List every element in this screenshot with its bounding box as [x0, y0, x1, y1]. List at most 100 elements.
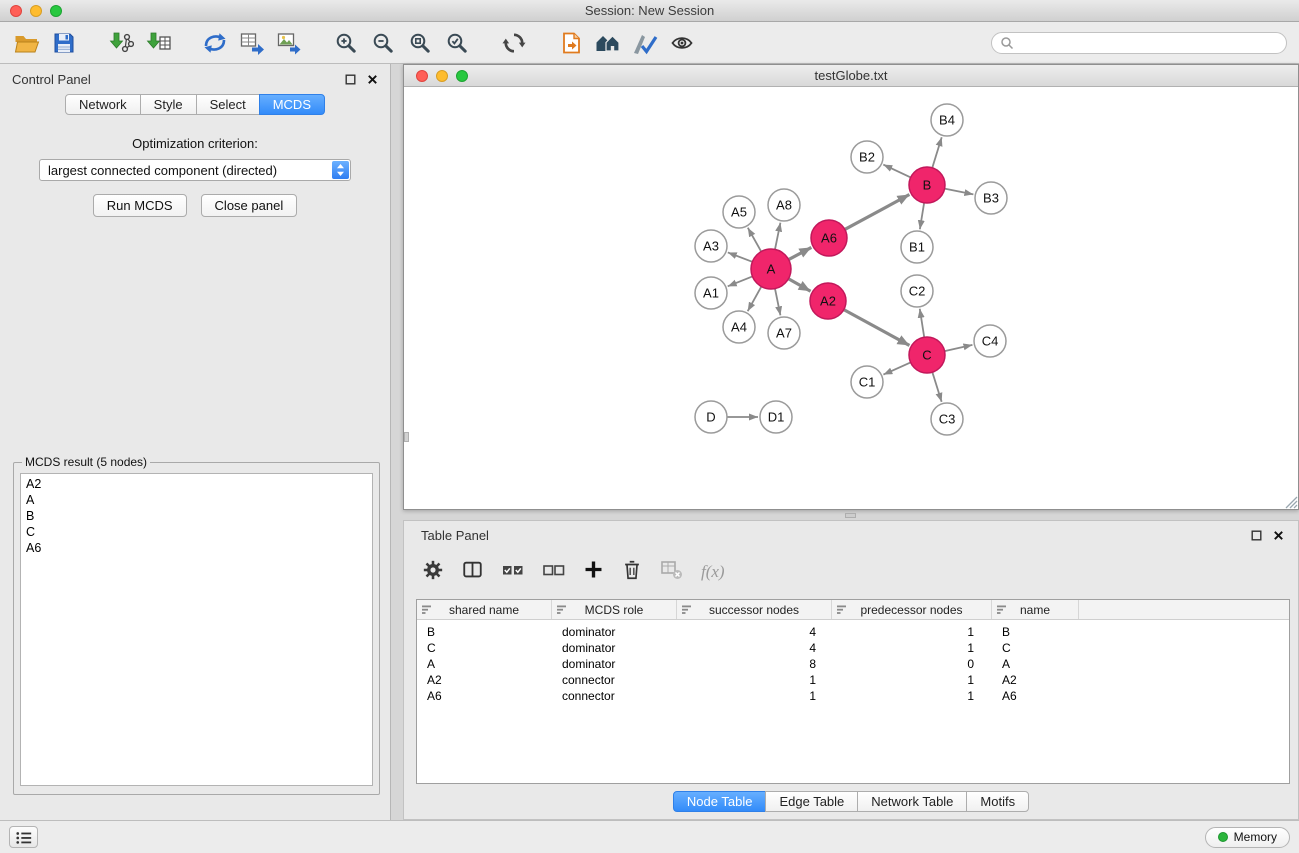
table-cell[interactable]: 1: [832, 688, 992, 704]
minimize-window-button[interactable]: [30, 5, 42, 17]
control-tab-select[interactable]: Select: [196, 94, 260, 115]
zoom-view-button[interactable]: [456, 70, 468, 82]
graph-edge-C-C2[interactable]: [920, 309, 924, 337]
graph-node-C1[interactable]: C1: [851, 366, 883, 398]
column-header-name[interactable]: name: [992, 600, 1079, 619]
graph-node-A1[interactable]: A1: [695, 277, 727, 309]
graph-node-A6[interactable]: A6: [811, 220, 847, 256]
import-table-button[interactable]: [141, 27, 175, 59]
table-cell[interactable]: 4: [677, 624, 832, 640]
export-table-button[interactable]: [235, 27, 269, 59]
table-row[interactable]: A2connector11A2: [417, 672, 1289, 688]
close-table-panel-icon[interactable]: [1273, 530, 1284, 541]
graph-node-A3[interactable]: A3: [695, 230, 727, 262]
graph-node-B[interactable]: B: [909, 167, 945, 203]
graph-edge-A-A5[interactable]: [748, 228, 761, 252]
result-item[interactable]: A6: [26, 540, 367, 556]
zoom-out-button[interactable]: [366, 27, 400, 59]
table-cell[interactable]: A2: [992, 672, 1079, 688]
graph-edge-A2-C[interactable]: [844, 310, 910, 346]
network-canvas[interactable]: B4B2BB3A8A5A6A3B1AC2A1A2A4A7C4CC1C3DD1: [404, 87, 1298, 509]
graph-edge-C-C1[interactable]: [883, 362, 910, 374]
table-cell[interactable]: 0: [832, 656, 992, 672]
table-row[interactable]: Cdominator41C: [417, 640, 1289, 656]
table-row[interactable]: A6connector11A6: [417, 688, 1289, 704]
show-columns-button[interactable]: [461, 559, 484, 586]
refresh-button[interactable]: [497, 27, 531, 59]
table-cell[interactable]: B: [992, 624, 1079, 640]
graph-node-C3[interactable]: C3: [931, 403, 963, 435]
result-item[interactable]: C: [26, 524, 367, 540]
graph-node-D[interactable]: D: [695, 401, 727, 433]
control-tab-network[interactable]: Network: [65, 94, 141, 115]
graph-edge-A-A1[interactable]: [728, 276, 753, 286]
graph-node-B4[interactable]: B4: [931, 104, 963, 136]
control-tab-style[interactable]: Style: [140, 94, 197, 115]
graph-node-A[interactable]: A: [751, 249, 791, 289]
export-network-button[interactable]: [198, 27, 232, 59]
graph-node-D1[interactable]: D1: [760, 401, 792, 433]
table-cell[interactable]: 8: [677, 656, 832, 672]
network-window-titlebar[interactable]: testGlobe.txt: [404, 65, 1298, 87]
show-panels-button[interactable]: [9, 826, 38, 848]
table-cell[interactable]: B: [417, 624, 552, 640]
table-cell[interactable]: C: [417, 640, 552, 656]
splitter-handle[interactable]: [845, 513, 856, 518]
table-cell[interactable]: 1: [832, 640, 992, 656]
column-header-predecessor-nodes[interactable]: predecessor nodes: [832, 600, 992, 619]
result-item[interactable]: B: [26, 508, 367, 524]
close-panel-button[interactable]: Close panel: [201, 194, 298, 217]
table-cell[interactable]: 4: [677, 640, 832, 656]
home-button[interactable]: [591, 27, 625, 59]
table-cell[interactable]: connector: [552, 672, 677, 688]
result-item[interactable]: A2: [26, 476, 367, 492]
delete-rows-button[interactable]: [621, 559, 643, 586]
table-row[interactable]: Bdominator41B: [417, 624, 1289, 640]
column-header-successor-nodes[interactable]: successor nodes: [677, 600, 832, 619]
float-table-panel-icon[interactable]: [1251, 530, 1262, 541]
graph-edge-A-A2[interactable]: [788, 279, 810, 291]
graph-edge-A6-B[interactable]: [845, 195, 910, 230]
zoom-window-button[interactable]: [50, 5, 62, 17]
import-network-button[interactable]: [104, 27, 138, 59]
graph-node-A5[interactable]: A5: [723, 196, 755, 228]
graph-edge-A-A3[interactable]: [728, 252, 753, 261]
table-cell[interactable]: A: [992, 656, 1079, 672]
graph-node-B3[interactable]: B3: [975, 182, 1007, 214]
graph-node-C[interactable]: C: [909, 337, 945, 373]
graph-edge-C-C4[interactable]: [945, 345, 973, 351]
memory-button[interactable]: Memory: [1205, 827, 1290, 848]
table-cell[interactable]: dominator: [552, 624, 677, 640]
show-hide-button[interactable]: [665, 27, 699, 59]
graph-edge-B-B2[interactable]: [883, 165, 910, 178]
control-tab-mcds[interactable]: MCDS: [259, 94, 325, 115]
graph-edge-B-B4[interactable]: [932, 137, 941, 168]
save-session-button[interactable]: [47, 27, 81, 59]
graph-edge-B-B3[interactable]: [945, 189, 974, 195]
table-row[interactable]: Adominator80A: [417, 656, 1289, 672]
graph-node-A2[interactable]: A2: [810, 283, 846, 319]
table-cell[interactable]: 1: [832, 672, 992, 688]
search-input[interactable]: [1019, 36, 1278, 50]
zoom-selected-button[interactable]: [440, 27, 474, 59]
open-session-document-button[interactable]: [554, 27, 588, 59]
apply-function-button[interactable]: f(x): [701, 562, 725, 582]
apply-style-button[interactable]: [628, 27, 662, 59]
table-cell[interactable]: 1: [677, 688, 832, 704]
close-window-button[interactable]: [10, 5, 22, 17]
table-cell[interactable]: A6: [417, 688, 552, 704]
network-graph[interactable]: B4B2BB3A8A5A6A3B1AC2A1A2A4A7C4CC1C3DD1: [404, 87, 1298, 509]
resize-grip[interactable]: [1284, 495, 1298, 509]
export-image-button[interactable]: [272, 27, 306, 59]
table-tab-edge-table[interactable]: Edge Table: [765, 791, 858, 812]
graph-edge-A-A7[interactable]: [775, 289, 780, 316]
delete-table-button[interactable]: [660, 559, 684, 586]
select-all-button[interactable]: [501, 558, 525, 587]
graph-node-A4[interactable]: A4: [723, 311, 755, 343]
minimize-view-button[interactable]: [436, 70, 448, 82]
table-cell[interactable]: A6: [992, 688, 1079, 704]
graph-node-C4[interactable]: C4: [974, 325, 1006, 357]
deselect-all-button[interactable]: [542, 558, 566, 587]
search-field[interactable]: [991, 32, 1287, 54]
mcds-result-list[interactable]: A2ABCA6: [20, 473, 373, 786]
